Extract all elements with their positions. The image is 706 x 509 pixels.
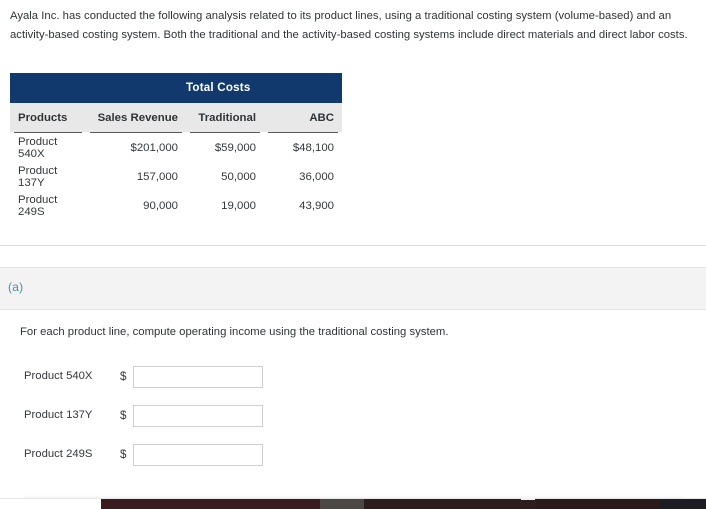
cell-product: Product 249S (10, 191, 86, 220)
currency-symbol-137y: $ (120, 409, 127, 422)
column-header-sales-revenue: Sales Revenue (86, 103, 186, 132)
taskbar-segment-e (660, 499, 706, 509)
part-a-prompt: For each product line, compute operating… (20, 326, 449, 338)
column-header-traditional-label: Traditional (198, 111, 256, 124)
cell-product: Product 137Y (10, 162, 86, 191)
group-header-label: Total Costs (186, 81, 251, 94)
cell-sales-revenue: 90,000 (86, 191, 186, 220)
answer-label-137y: Product 137Y (24, 409, 93, 421)
table-group-header-row: Total Costs (10, 73, 342, 103)
column-header-products: Products (10, 103, 86, 132)
cell-traditional: 19,000 (186, 191, 264, 220)
group-header-total-costs: Total Costs (186, 73, 342, 103)
cell-product: Product 540X (10, 133, 86, 162)
operating-income-input-540x[interactable] (133, 366, 263, 388)
cell-traditional: 50,000 (186, 162, 264, 191)
operating-income-input-249s[interactable] (133, 444, 263, 466)
column-header-abc: ABC (264, 103, 342, 132)
column-header-products-label: Products (18, 111, 68, 124)
cell-abc: $48,100 (264, 133, 342, 162)
column-header-traditional: Traditional (186, 103, 264, 132)
cell-abc: 36,000 (264, 162, 342, 191)
cell-abc: 43,900 (264, 191, 342, 220)
taskbar-segment-b (320, 499, 364, 509)
group-header-spacer-2 (86, 73, 186, 103)
answer-row-249s: Product 249S $ (24, 444, 284, 468)
currency-symbol-249s: $ (120, 448, 127, 461)
answer-label-540x: Product 540X (24, 370, 93, 382)
column-header-sales-revenue-label: Sales Revenue (97, 111, 178, 124)
currency-symbol-540x: $ (120, 370, 127, 383)
taskbar-segment-left (0, 499, 101, 509)
table-row: Product 540X $201,000 $59,000 $48,100 (10, 133, 342, 162)
taskbar-notch (521, 498, 535, 500)
part-a-label: (a) (8, 280, 24, 294)
part-a-band: (a) (0, 267, 706, 310)
column-header-abc-label: ABC (309, 111, 334, 124)
answer-row-540x: Product 540X $ (24, 366, 284, 390)
table-column-header-row: Products Sales Revenue Traditional ABC (10, 103, 342, 132)
os-taskbar-sliver (0, 495, 706, 509)
answer-row-137y: Product 137Y $ (24, 405, 284, 429)
table-row: Product 137Y 157,000 50,000 36,000 (10, 162, 342, 191)
answer-label-249s: Product 249S (24, 448, 93, 460)
intro-paragraph: Ayala Inc. has conducted the following a… (10, 10, 688, 41)
cell-traditional: $59,000 (186, 133, 264, 162)
cell-sales-revenue: 157,000 (86, 162, 186, 191)
operating-income-input-137y[interactable] (133, 405, 263, 427)
table-row: Product 249S 90,000 19,000 43,900 (10, 191, 342, 220)
group-header-spacer (10, 73, 86, 103)
costs-table-container: Total Costs Products Sales Revenue Tradi… (10, 73, 342, 220)
costs-table: Total Costs Products Sales Revenue Tradi… (10, 73, 342, 220)
taskbar-segment-a (101, 499, 320, 509)
section-divider (0, 245, 706, 246)
cell-sales-revenue: $201,000 (86, 133, 186, 162)
